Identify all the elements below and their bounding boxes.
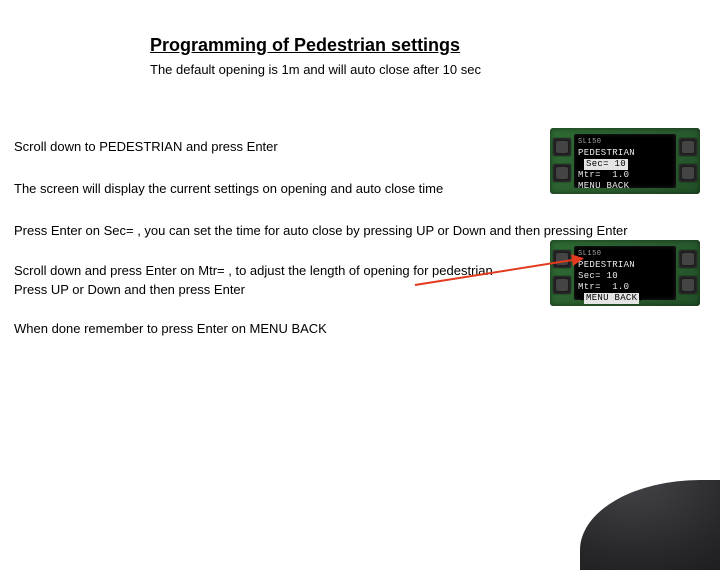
lcd-highlight: MENU BACK bbox=[584, 293, 639, 304]
device-photo-2: SL150 PEDESTRIAN Sec= 10 Mtr= 1.0 MENU B… bbox=[550, 240, 700, 306]
lcd-screen: SL150 PEDESTRIAN Sec= 10 Mtr= 1.0 MENU B… bbox=[574, 134, 676, 188]
hardware-button bbox=[553, 276, 571, 294]
hardware-button bbox=[679, 164, 697, 182]
left-arrow-icon bbox=[578, 159, 583, 167]
hardware-button bbox=[679, 138, 697, 156]
right-arrow-icon bbox=[640, 293, 645, 301]
lcd-model: SL150 bbox=[578, 137, 672, 148]
hardware-button bbox=[553, 138, 571, 156]
lcd-model: SL150 bbox=[578, 249, 672, 260]
pcb-board: SL150 PEDESTRIAN Sec= 10 Mtr= 1.0 MENU B… bbox=[550, 240, 700, 306]
lcd-line-3: Mtr= 1.0 bbox=[578, 170, 672, 181]
instruction-2: The screen will display the current sett… bbox=[14, 180, 443, 199]
page-subtitle: The default opening is 1m and will auto … bbox=[150, 62, 481, 77]
lcd-line-1: PEDESTRIAN bbox=[578, 148, 672, 159]
instruction-3: Press Enter on Sec= , you can set the ti… bbox=[14, 222, 628, 241]
lcd-screen: SL150 PEDESTRIAN Sec= 10 Mtr= 1.0 MENU B… bbox=[574, 246, 676, 300]
instruction-5: When done remember to press Enter on MEN… bbox=[14, 320, 327, 339]
lcd-line-3: Mtr= 1.0 bbox=[578, 282, 672, 293]
device-photo-1: SL150 PEDESTRIAN Sec= 10 Mtr= 1.0 MENU B… bbox=[550, 128, 700, 194]
lcd-line-4: MENU BACK bbox=[578, 181, 672, 192]
lcd-line-4: MENU BACK bbox=[578, 293, 672, 304]
left-arrow-icon bbox=[578, 293, 583, 301]
instruction-4a: Scroll down and press Enter on Mtr= , to… bbox=[14, 263, 493, 278]
instruction-4b: Press UP or Down and then press Enter bbox=[14, 282, 245, 297]
right-arrow-icon bbox=[629, 159, 634, 167]
lcd-highlight: Sec= 10 bbox=[584, 159, 628, 170]
decorative-corner bbox=[580, 480, 720, 570]
lcd-line-2: Sec= 10 bbox=[578, 159, 672, 170]
page-title: Programming of Pedestrian settings bbox=[150, 35, 460, 56]
hardware-button bbox=[679, 250, 697, 268]
lcd-line-2: Sec= 10 bbox=[578, 271, 672, 282]
hardware-button bbox=[553, 164, 571, 182]
pcb-board: SL150 PEDESTRIAN Sec= 10 Mtr= 1.0 MENU B… bbox=[550, 128, 700, 194]
lcd-line-1: PEDESTRIAN bbox=[578, 260, 672, 271]
instruction-1: Scroll down to PEDESTRIAN and press Ente… bbox=[14, 138, 278, 157]
hardware-button bbox=[679, 276, 697, 294]
instruction-4: Scroll down and press Enter on Mtr= , to… bbox=[14, 262, 493, 300]
